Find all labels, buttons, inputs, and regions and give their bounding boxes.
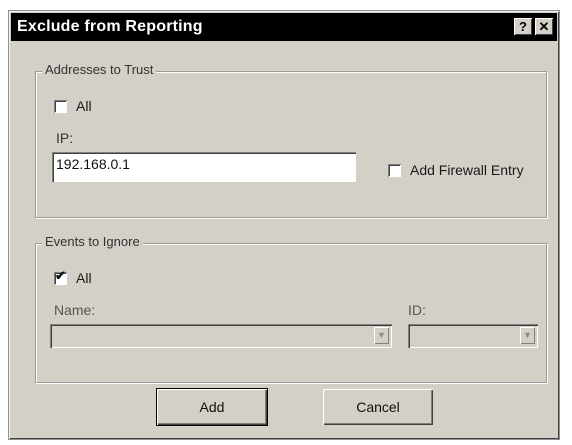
trust-all-label: All [76, 98, 92, 114]
events-all-checkbox[interactable]: ✔ [54, 267, 67, 285]
events-all-label: All [76, 270, 92, 286]
title-bar[interactable]: Exclude from Reporting ? ✕ [11, 13, 557, 41]
chevron-down-icon[interactable]: ▼ [520, 327, 535, 344]
help-icon: ? [519, 19, 527, 34]
event-id-dropdown[interactable]: ▼ [408, 324, 538, 348]
id-label: ID: [408, 302, 426, 318]
checkmark-icon: ✔ [55, 267, 66, 283]
cancel-button[interactable]: Cancel [323, 389, 433, 425]
events-to-ignore-group: Events to Ignore ✔ All Name: ID: ▼ ▼ [35, 234, 547, 383]
ip-address-value: 192.168.0.1 [56, 156, 130, 172]
name-label: Name: [54, 302, 96, 318]
events-group-legend: Events to Ignore [42, 234, 143, 249]
close-button[interactable]: ✕ [535, 18, 553, 35]
trust-all-option[interactable]: All [54, 98, 92, 114]
trust-all-checkbox[interactable] [54, 99, 67, 113]
addresses-to-trust-group: Addresses to Trust All IP: 192.168.0.1 A… [35, 62, 547, 218]
add-firewall-entry-label: Add Firewall Entry [410, 162, 524, 178]
add-firewall-entry-checkbox[interactable] [388, 163, 401, 177]
chevron-down-icon[interactable]: ▼ [374, 327, 389, 344]
events-all-option[interactable]: ✔ All [54, 267, 92, 286]
close-icon: ✕ [538, 19, 550, 34]
exclude-dialog: Exclude from Reporting ? ✕ Addresses to … [8, 10, 560, 440]
help-button[interactable]: ? [514, 18, 532, 35]
event-name-dropdown[interactable]: ▼ [50, 324, 392, 348]
add-firewall-entry-option[interactable]: Add Firewall Entry [388, 162, 524, 178]
ip-label: IP: [56, 130, 74, 146]
dialog-title: Exclude from Reporting [17, 18, 203, 35]
add-button[interactable]: Add [156, 388, 268, 426]
ip-address-field[interactable]: 192.168.0.1 [52, 152, 356, 182]
trust-group-legend: Addresses to Trust [42, 62, 157, 77]
